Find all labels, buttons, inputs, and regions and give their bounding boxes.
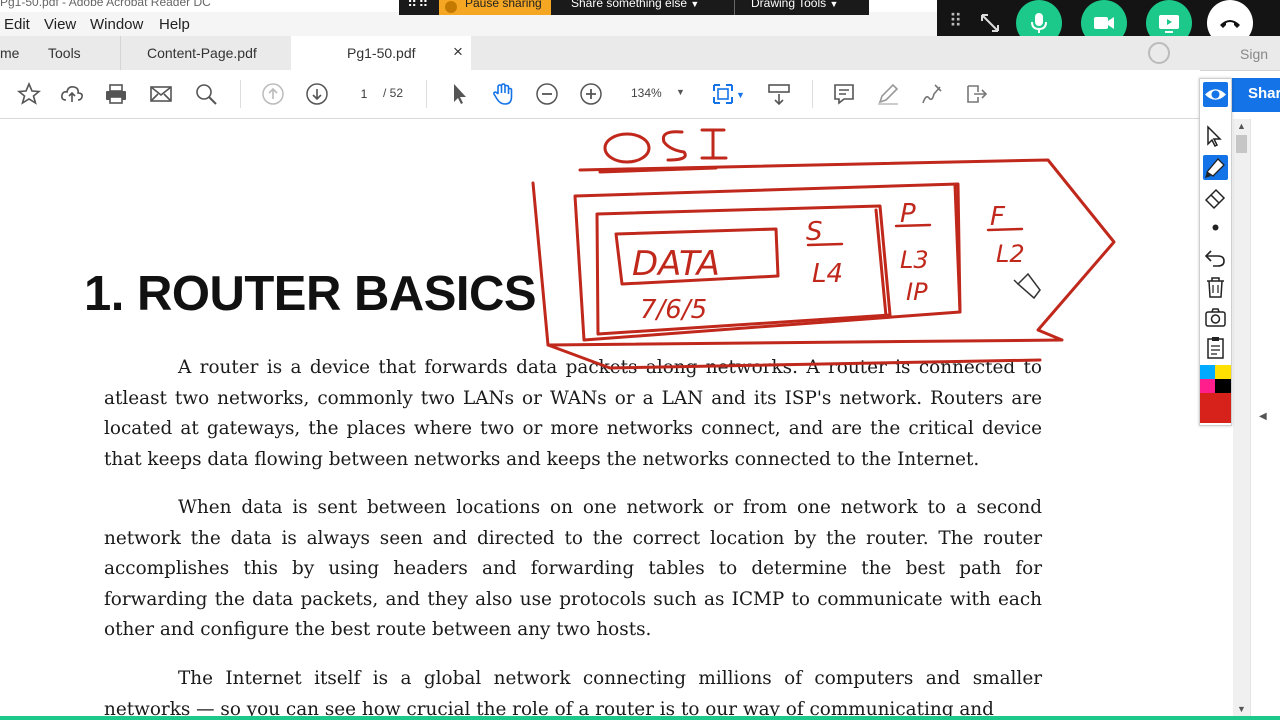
scroll-down-icon[interactable]: ▼ [1237,704,1246,714]
tab-pg1-50[interactable]: Pg1-50.pdf × [291,36,471,70]
cursor-icon[interactable] [1203,124,1228,149]
zoom-in-icon[interactable] [579,82,603,106]
page-number-input[interactable] [345,82,383,106]
tab-content-page-label: Content-Page.pdf [147,45,257,61]
camera-icon [1094,17,1114,29]
tab-home-label: me [0,45,20,61]
share-something-else-button[interactable]: Share something else ▼ [571,0,699,10]
zoom-out-icon[interactable] [535,82,559,106]
camera-snap-icon[interactable] [1203,305,1228,330]
right-pane: ◀ [1250,119,1280,720]
chevron-down-icon: ▼ [690,0,700,9]
trash-icon[interactable] [1203,275,1228,300]
menu-window[interactable]: Window [90,16,143,33]
tab-bar: me Tools Content-Page.pdf Pg1-50.pdf × S… [0,36,1280,71]
zoom-value: 134% [631,86,662,100]
export-icon[interactable] [964,82,988,106]
collapse-pane-icon[interactable]: ◀ [1259,411,1267,422]
window-title: Pg1-50.pdf - Adobe Acrobat Reader DC [0,0,211,9]
chevron-down-icon[interactable]: ▼ [736,90,745,100]
share-button[interactable]: Shar [1232,78,1280,112]
clipboard-icon[interactable] [1203,335,1228,360]
sign-in-link[interactable]: Sign [1240,46,1268,62]
menu-help[interactable]: Help [159,16,190,33]
divider [240,80,241,108]
share-label: Shar [1248,85,1280,102]
zoom-search-icon[interactable] [194,82,218,106]
print-icon[interactable] [104,82,128,106]
mic-icon [1031,13,1047,33]
tab-close-icon[interactable]: × [453,42,463,62]
page-down-icon[interactable] [305,82,329,106]
tab-pg1-50-label: Pg1-50.pdf [347,45,416,61]
page-total: / 52 [383,86,404,100]
eraser-icon[interactable] [1203,185,1228,210]
undo-icon[interactable] [1203,245,1228,270]
chevron-down-icon: ▼ [829,0,839,9]
share-else-label: Share something else [571,0,688,10]
comment-icon[interactable] [832,82,856,106]
page-heading: 1. ROUTER BASICS [84,267,537,321]
divider [812,80,813,108]
divider [426,80,427,108]
eye-icon[interactable] [1203,82,1228,107]
tab-home[interactable]: me [0,36,40,70]
vertical-scrollbar[interactable]: ▲ ▼ [1233,119,1250,720]
share-indicator-bar [0,716,1280,720]
pause-sharing-button[interactable]: Pause sharing [439,0,551,15]
end-call-icon [1220,20,1240,28]
zoom-select[interactable]: 134% ▼ [624,82,688,104]
scroll-up-icon[interactable]: ▲ [1237,121,1246,131]
grip-icon[interactable]: ⠿ [949,11,962,32]
expand-icon[interactable] [979,12,1001,34]
hand-icon[interactable] [491,82,515,106]
tab-tools[interactable]: Tools [40,36,120,70]
help-icon[interactable] [1148,42,1170,64]
chevron-down-icon: ▼ [676,87,685,97]
paragraph: A router is a device that forwards data … [104,357,1042,470]
screen-share-bar: ⠿⠿ Pause sharing Share something else ▼ … [399,0,869,15]
sign-icon[interactable] [920,82,944,106]
pause-sharing-label: Pause sharing [465,0,542,10]
drawing-toolbar [1199,78,1232,426]
scrollbar-thumb[interactable] [1236,135,1247,153]
highlight-pen-icon[interactable] [876,82,900,106]
menu-edit[interactable]: Edit [4,16,30,33]
mail-icon[interactable] [149,82,173,106]
document-view[interactable]: 1. ROUTER BASICS A router is a device th… [0,119,1233,720]
pause-icon [445,1,457,13]
tab-tools-label: Tools [48,45,81,61]
divider [734,0,735,15]
paragraph: The Internet itself is a global network … [104,668,1042,720]
paragraph: When data is sent between locations on o… [104,497,1042,641]
drawing-tools-button[interactable]: Drawing Tools ▼ [751,0,838,10]
drawing-tools-label: Drawing Tools [751,0,827,10]
tab-content-page[interactable]: Content-Page.pdf [120,36,291,70]
upload-icon[interactable] [60,82,84,106]
drag-handle-icon[interactable]: ⠿⠿ [407,0,430,11]
main-toolbar: / 52 134% ▼ ▼ [0,70,1200,119]
star-icon[interactable] [16,81,42,106]
brush-size-dot[interactable] [1203,215,1228,240]
page-up-icon[interactable] [261,82,285,106]
menu-view[interactable]: View [44,16,76,33]
scroll-mode-icon[interactable] [767,82,791,106]
fit-page-icon[interactable] [711,82,735,106]
marker-icon[interactable] [1203,155,1228,180]
screen-share-icon [1159,15,1179,33]
select-arrow-icon[interactable] [448,82,472,106]
color-palette-icon[interactable] [1200,365,1231,423]
